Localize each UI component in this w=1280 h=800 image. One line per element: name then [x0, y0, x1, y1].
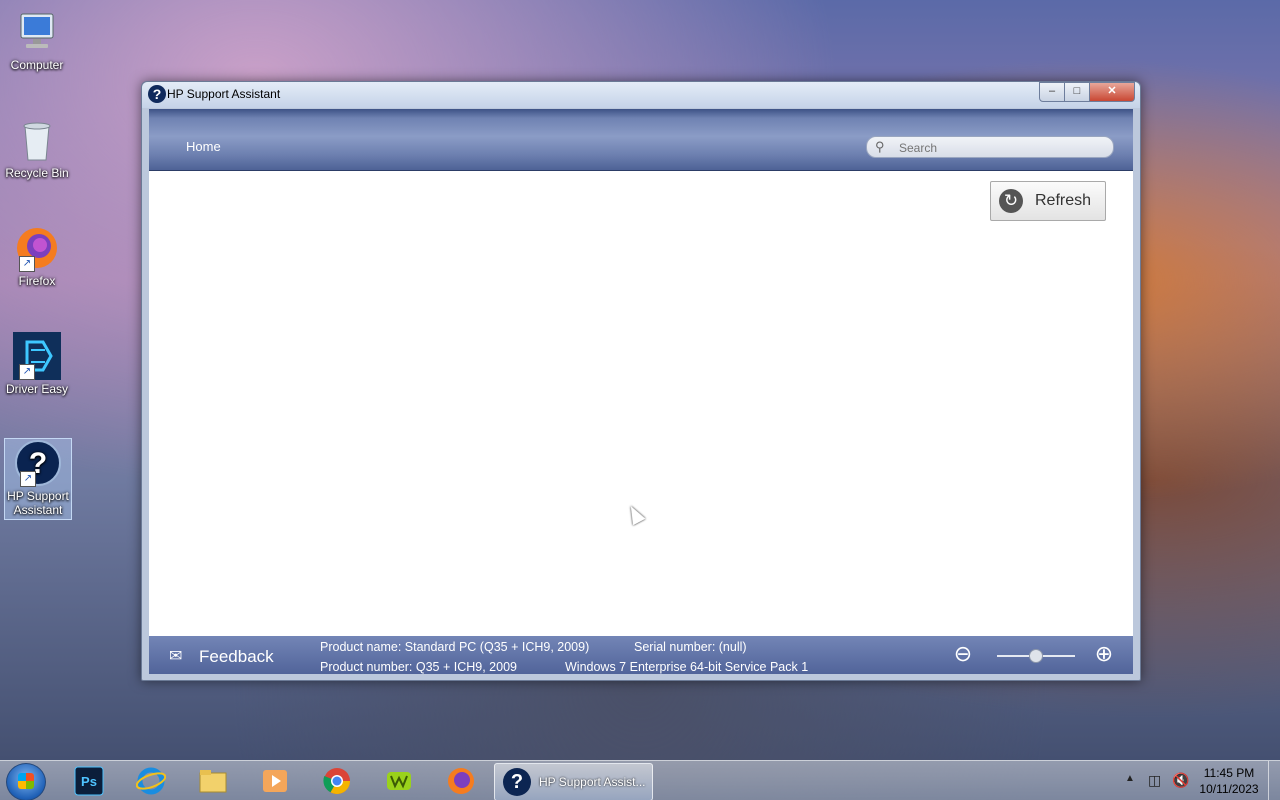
start-button[interactable]: [6, 763, 46, 800]
taskbar-chrome[interactable]: [314, 764, 360, 798]
zoom-out-icon[interactable]: ⊖: [950, 641, 976, 667]
refresh-button[interactable]: ↻ Refresh: [990, 181, 1106, 221]
desktop-icon-recycle-bin[interactable]: Recycle Bin: [4, 116, 70, 180]
hp-support-assistant-window: ? HP Support Assistant – □ ✕ Home ⚲ ↻ Re…: [141, 81, 1141, 681]
feedback-icon: ✉: [169, 648, 183, 665]
desktop-icon-label: Firefox: [18, 274, 56, 288]
hp-support-icon: ? ↗: [14, 439, 62, 487]
shortcut-arrow-icon: ↗: [20, 471, 36, 487]
serial-number: Serial number: (null): [634, 640, 747, 654]
green-app-icon: [387, 772, 411, 790]
desktop-icon-label: Driver Easy: [5, 382, 68, 396]
zoom-slider-handle[interactable]: [1029, 649, 1043, 663]
shortcut-arrow-icon: ↗: [19, 256, 35, 272]
search-box[interactable]: ⚲: [866, 136, 1114, 158]
taskbar-green-app[interactable]: [376, 764, 422, 798]
refresh-icon: ↻: [999, 189, 1023, 213]
desktop-icon-label: HP Support Assistant: [7, 489, 69, 517]
product-number: Product number: Q35 + ICH9, 2009: [320, 660, 517, 674]
system-clock[interactable]: 11:45 PM 10/11/2023: [1195, 765, 1263, 797]
search-input[interactable]: [897, 139, 1106, 157]
taskbar-photoshop[interactable]: Ps: [66, 764, 112, 798]
internet-explorer-icon: [135, 767, 167, 795]
photoshop-icon: Ps: [74, 766, 104, 796]
refresh-label: Refresh: [1035, 192, 1092, 209]
maximize-button[interactable]: □: [1064, 82, 1090, 102]
nav-home[interactable]: Home: [186, 139, 221, 154]
svg-text:Ps: Ps: [81, 774, 97, 789]
desktop-icon-label: Recycle Bin: [5, 166, 69, 180]
app-footer: ✉ Feedback Product name: Standard PC (Q3…: [149, 636, 1133, 674]
media-player-icon: [263, 770, 287, 792]
volume-muted-icon[interactable]: 🔇: [1172, 772, 1189, 789]
taskbar-window-label: HP Support Assist...: [539, 775, 646, 789]
desktop-icon-label: Computer: [10, 58, 64, 72]
desktop-icon-firefox[interactable]: ↗ Firefox: [4, 224, 70, 288]
show-hidden-icons-icon[interactable]: ▲: [1125, 773, 1135, 784]
clock-date: 10/11/2023: [1199, 782, 1259, 796]
hp-support-icon: ?: [503, 768, 531, 796]
feedback-link[interactable]: Feedback: [199, 647, 274, 667]
hp-support-icon: ?: [148, 85, 166, 103]
product-name: Product name: Standard PC (Q35 + ICH9, 2…: [320, 640, 590, 654]
taskbar: Ps ? HP Support Assist... ▲ ◫ 🔇 11:45 PM…: [0, 760, 1280, 800]
search-icon: ⚲: [875, 139, 885, 154]
firefox-icon: ↗: [13, 224, 61, 272]
show-desktop-button[interactable]: [1268, 761, 1280, 800]
window-title: HP Support Assistant: [167, 87, 281, 101]
shortcut-arrow-icon: ↗: [19, 364, 35, 380]
taskbar-hp-support-assistant[interactable]: ? HP Support Assist...: [494, 763, 653, 800]
network-icon[interactable]: ◫: [1148, 772, 1161, 789]
taskbar-internet-explorer[interactable]: [128, 764, 174, 798]
driver-easy-icon: ↗: [13, 332, 61, 380]
app-header: Home ⚲: [149, 109, 1133, 171]
file-explorer-icon: [199, 770, 227, 793]
zoom-in-icon[interactable]: ⊕: [1091, 641, 1117, 667]
computer-icon: [13, 8, 61, 56]
firefox-icon: [448, 768, 474, 794]
desktop-icon-driver-easy[interactable]: ↗ Driver Easy: [4, 332, 70, 396]
os-info: Windows 7 Enterprise 64-bit Service Pack…: [565, 660, 809, 674]
chrome-icon: [323, 768, 351, 795]
desktop-icon-computer[interactable]: Computer: [4, 8, 70, 72]
taskbar-file-explorer[interactable]: [190, 764, 236, 798]
taskbar-firefox[interactable]: [438, 764, 484, 798]
windows-logo-icon: [18, 773, 34, 789]
desktop-icon-hp-support-assistant[interactable]: ? ↗ HP Support Assistant: [4, 438, 72, 520]
close-button[interactable]: ✕: [1089, 82, 1135, 102]
main-content: ↻ Refresh: [149, 171, 1133, 636]
clock-time: 11:45 PM: [1203, 766, 1255, 780]
taskbar-media-player[interactable]: [252, 764, 298, 798]
window-titlebar[interactable]: ? HP Support Assistant – □ ✕: [142, 82, 1140, 108]
recycle-bin-icon: [13, 116, 61, 164]
minimize-button[interactable]: –: [1039, 82, 1065, 102]
